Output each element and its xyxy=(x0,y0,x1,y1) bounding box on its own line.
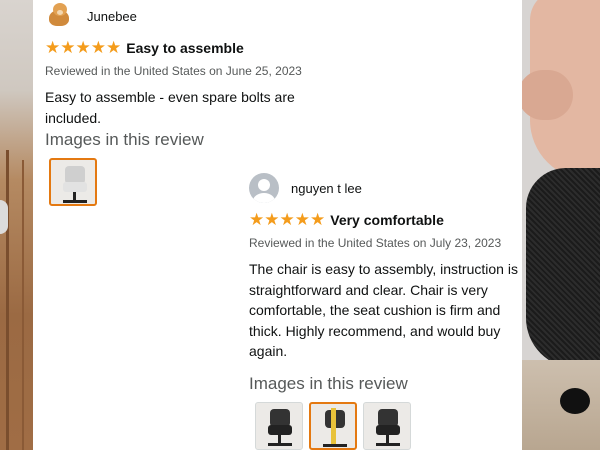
background-photo-right xyxy=(522,0,600,450)
dog-avatar-icon xyxy=(45,1,75,31)
review-date: Reviewed in the United States on June 25… xyxy=(45,64,302,78)
reviews-panel: Junebee ★ ★ ★ ★ ★ Easy to assemble Revie… xyxy=(33,0,522,450)
star-icon: ★ xyxy=(45,37,61,58)
review-body: Easy to assemble - even spare bolts are … xyxy=(45,89,295,126)
rating-line: ★ ★ ★ ★ ★ Easy to assemble xyxy=(45,38,515,58)
review-image-thumbnail[interactable] xyxy=(49,158,97,206)
rating-line: ★ ★ ★ ★ ★ Very comfortable xyxy=(249,210,519,230)
floor-board-line xyxy=(22,160,24,450)
review-image-thumbnail[interactable] xyxy=(255,401,303,450)
review-body: The chair is easy to assembly, instructi… xyxy=(249,261,518,359)
review-image-thumbnail[interactable] xyxy=(309,401,357,450)
fingers-photo xyxy=(522,70,573,120)
star-icon: ★ xyxy=(310,209,326,230)
default-user-avatar-icon xyxy=(249,173,279,203)
star-icon: ★ xyxy=(249,209,265,230)
images-header: Images in this review xyxy=(249,373,408,393)
star-icon: ★ xyxy=(264,209,280,230)
review-author[interactable]: Junebee xyxy=(45,0,515,32)
star-icon: ★ xyxy=(60,37,76,58)
star-icon: ★ xyxy=(279,209,295,230)
star-rating[interactable]: ★ ★ ★ ★ ★ xyxy=(249,209,326,230)
background-object xyxy=(0,200,8,234)
images-header: Images in this review xyxy=(45,130,204,149)
star-icon: ★ xyxy=(294,209,310,230)
author-name[interactable]: Junebee xyxy=(87,9,137,24)
background-photo-left xyxy=(0,0,33,450)
star-icon: ★ xyxy=(75,37,91,58)
star-rating[interactable]: ★ ★ ★ ★ ★ xyxy=(45,37,122,58)
star-icon: ★ xyxy=(90,37,106,58)
review-image-thumbnail[interactable] xyxy=(363,401,411,450)
review-images xyxy=(255,401,519,450)
chair-mesh-photo xyxy=(526,168,600,368)
review-date: Reviewed in the United States on July 23… xyxy=(249,236,502,250)
author-name[interactable]: nguyen t lee xyxy=(291,181,362,196)
floor-board-line xyxy=(6,150,9,450)
review-card: nguyen t lee ★ ★ ★ ★ ★ Very comfortable … xyxy=(249,172,519,450)
review-title[interactable]: Very comfortable xyxy=(330,212,444,228)
chair-wheel-photo xyxy=(560,388,590,414)
review-author[interactable]: nguyen t lee xyxy=(249,172,519,204)
star-icon: ★ xyxy=(106,37,122,58)
review-title[interactable]: Easy to assemble xyxy=(126,40,244,56)
